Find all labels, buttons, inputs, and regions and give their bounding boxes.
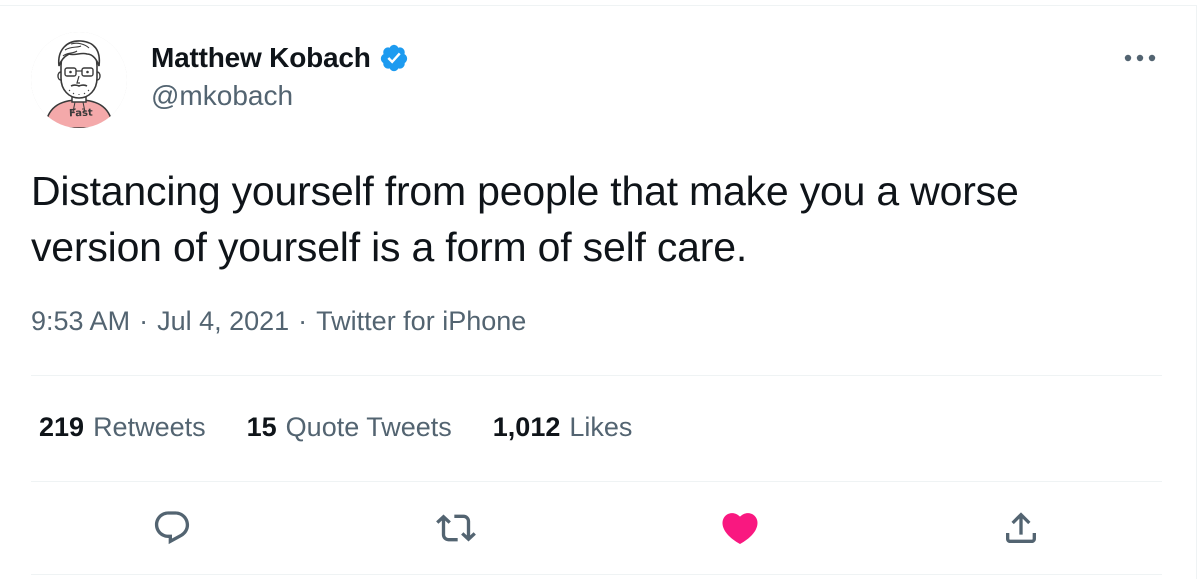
more-dots-icon — [1124, 54, 1156, 62]
tweet-stats: 219 Retweets 15 Quote Tweets 1,012 Likes — [39, 412, 673, 443]
author-handle[interactable]: @mkobach — [151, 80, 293, 112]
share-arrow-icon — [1006, 512, 1036, 543]
retweet-arrows-icon — [436, 514, 476, 542]
right-border — [1196, 5, 1197, 579]
actions-top-divider — [31, 481, 1162, 482]
speech-bubble-icon — [154, 511, 190, 545]
tweet-card: Fast Matthew Kobach @mkobach Distancing … — [0, 0, 1201, 579]
quote-tweets-stat[interactable]: 15 Quote Tweets — [247, 412, 452, 443]
tweet-source[interactable]: Twitter for iPhone — [316, 306, 526, 337]
tweet-meta: 9:53 AM · Jul 4, 2021 · Twitter for iPho… — [31, 306, 526, 337]
more-options-button[interactable] — [1118, 40, 1162, 76]
avatar-badge-text: Fast — [68, 107, 93, 120]
likes-stat[interactable]: 1,012 Likes — [493, 412, 633, 443]
meta-separator: · — [139, 306, 149, 336]
retweets-stat[interactable]: 219 Retweets — [39, 412, 206, 443]
stats-top-divider — [31, 375, 1162, 376]
tweet-timestamp-date[interactable]: Jul 4, 2021 — [157, 306, 289, 337]
meta-separator: · — [298, 306, 308, 336]
retweets-count: 219 — [39, 412, 85, 442]
quote-tweets-count: 15 — [246, 412, 277, 442]
tweet-timestamp-time[interactable]: 9:53 AM — [31, 306, 130, 337]
retweet-button[interactable] — [430, 502, 482, 554]
avatar[interactable]: Fast — [31, 32, 127, 128]
retweets-label: Retweets — [93, 412, 206, 442]
like-button[interactable] — [714, 502, 766, 554]
tweet-text: Distancing yourself from people that mak… — [31, 168, 1019, 270]
share-button[interactable] — [995, 502, 1047, 554]
reply-button[interactable] — [146, 502, 198, 554]
heart-icon — [722, 513, 758, 545]
likes-label: Likes — [569, 412, 633, 442]
top-divider — [0, 5, 1197, 6]
author-name-row[interactable]: Matthew Kobach — [151, 40, 409, 76]
quote-tweets-label: Quote Tweets — [285, 412, 452, 442]
likes-count: 1,012 — [492, 412, 561, 442]
author-display-name[interactable]: Matthew Kobach — [151, 42, 371, 74]
tweet-action-bar — [0, 502, 1201, 554]
bottom-divider — [31, 574, 1162, 575]
verified-badge-icon — [379, 43, 409, 73]
